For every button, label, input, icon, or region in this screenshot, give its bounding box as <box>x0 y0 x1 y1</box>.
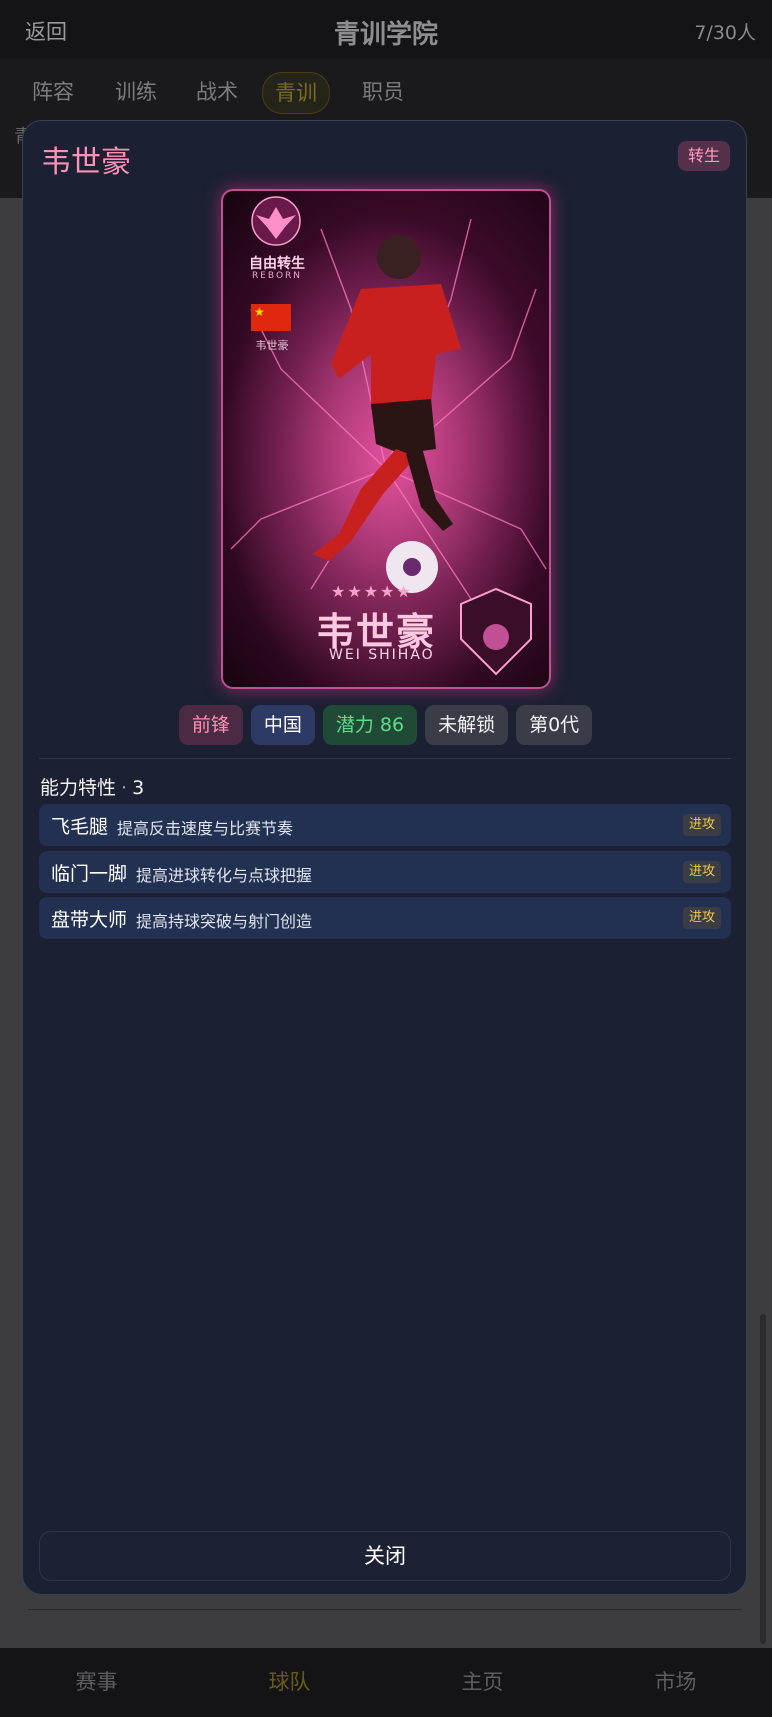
roster-count: 7/30人 <box>694 22 756 44</box>
player-detail-modal: 韦世豪 转生 自由转生 REBORN ★ 韦世豪 ★★★★★ 韦世豪 WEI S… <box>22 120 747 1595</box>
nav-item-matches[interactable]: 赛事 <box>0 1648 193 1717</box>
tab-training[interactable]: 训练 <box>103 72 169 112</box>
nav-item-home[interactable]: 主页 <box>386 1648 579 1717</box>
card-flag-name: 韦世豪 <box>255 339 289 352</box>
tab-lineup[interactable]: 阵容 <box>20 72 86 112</box>
trait-tag: 进攻 <box>682 861 721 883</box>
card-player-pinyin: WEI SHIHAO <box>329 647 435 663</box>
trait-item[interactable]: 盘带大师 提高持球突破与射门创造 进攻 <box>39 897 731 939</box>
trait-item[interactable]: 临门一脚 提高进球转化与点球把握 进攻 <box>39 851 731 893</box>
card-tag-cn: 自由转生 <box>249 256 305 272</box>
trait-description: 提高进球转化与点球把握 <box>136 866 313 885</box>
trait-name: 盘带大师 <box>51 909 128 931</box>
card-tag-en: REBORN <box>251 271 303 281</box>
tab-youth[interactable]: 青训 <box>262 72 330 114</box>
trait-name: 临门一脚 <box>51 863 128 885</box>
trait-description: 提高持球突破与射门创造 <box>136 912 313 931</box>
separator-dot: · <box>121 777 128 799</box>
card-stars: ★★★★★ <box>331 582 413 601</box>
top-bar: 返回 青训学院 7/30人 <box>0 0 772 58</box>
potential-chip: 潜力 86 <box>322 705 418 745</box>
nav-item-team[interactable]: 球队 <box>193 1648 386 1717</box>
nav-item-market[interactable]: 市场 <box>579 1648 772 1717</box>
nationality-chip: 中国 <box>250 705 315 745</box>
player-card-image: 自由转生 REBORN ★ 韦世豪 ★★★★★ 韦世豪 WEI SHIHAO <box>221 189 551 689</box>
player-name: 韦世豪 <box>41 145 131 180</box>
background-divider <box>28 1609 742 1610</box>
bottom-nav: 赛事 球队 主页 市场 <box>0 1648 772 1717</box>
lock-state-chip: 未解锁 <box>425 705 509 745</box>
trait-description: 提高反击速度与比赛节奏 <box>117 819 294 838</box>
scrollbar[interactable] <box>760 1314 766 1644</box>
trait-name: 飞毛腿 <box>51 816 109 838</box>
close-button[interactable]: 关闭 <box>39 1531 731 1581</box>
china-flag-icon: ★ <box>251 304 291 331</box>
trait-tag: 进攻 <box>682 907 721 929</box>
section-divider <box>39 758 731 759</box>
player-attribute-chips: 前锋 中国 潜力 86 未解锁 第0代 <box>23 705 748 745</box>
phoenix-logo-icon <box>251 196 301 246</box>
trait-tag: 进攻 <box>682 814 721 836</box>
traits-section-title: 能力特性 · 3 <box>40 773 144 800</box>
traits-count: 3 <box>132 777 145 799</box>
tab-tactics[interactable]: 战术 <box>184 72 250 112</box>
generation-chip: 第0代 <box>516 705 593 745</box>
position-chip: 前锋 <box>178 705 243 745</box>
page-title: 青训学院 <box>333 20 438 50</box>
tab-staff[interactable]: 职员 <box>350 72 416 112</box>
status-badge: 转生 <box>677 141 730 171</box>
traits-title-text: 能力特性 <box>40 777 117 799</box>
trait-item[interactable]: 飞毛腿 提高反击速度与比赛节奏 进攻 <box>39 804 731 846</box>
